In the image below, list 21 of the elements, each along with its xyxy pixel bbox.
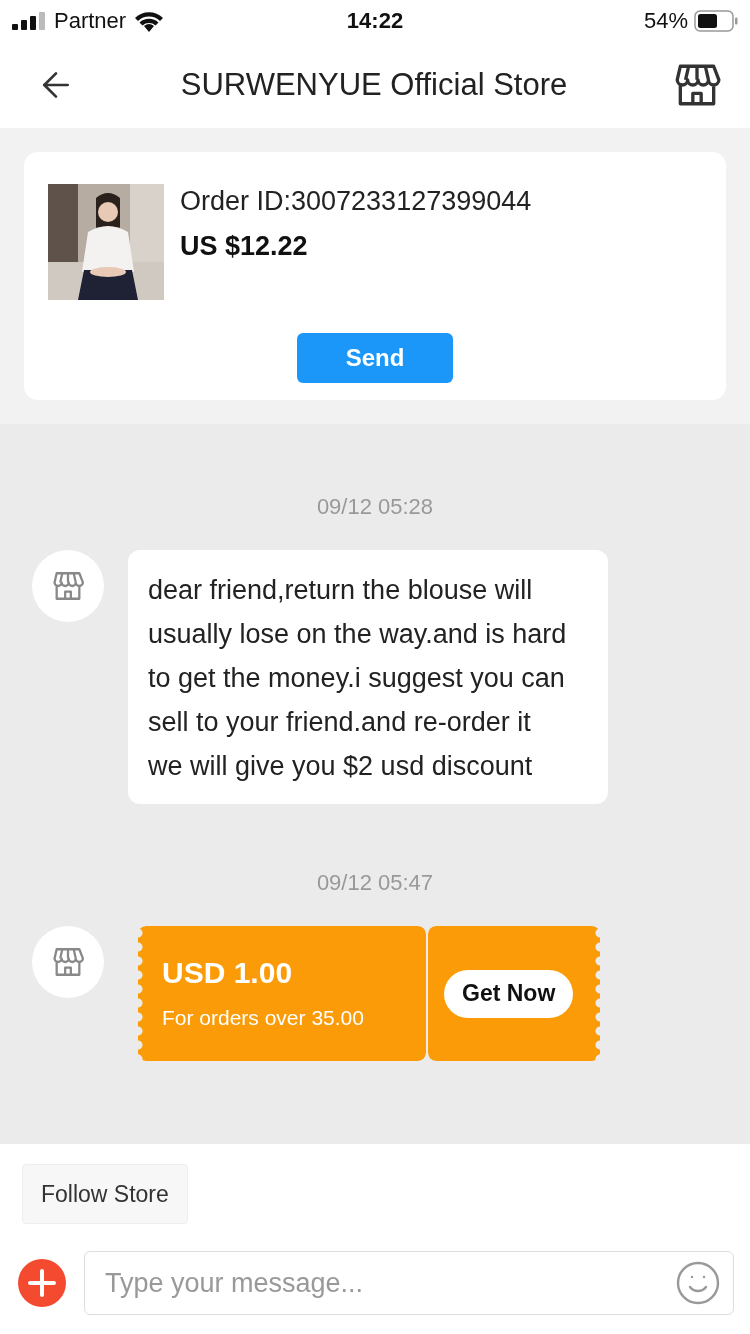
coupon-amount: USD 1.00 bbox=[162, 956, 294, 990]
order-id: Order ID:3007233127399044 bbox=[180, 186, 532, 217]
timestamp: 09/12 05:47 bbox=[316, 870, 434, 896]
store-icon bbox=[51, 945, 85, 979]
get-now-button[interactable]: Get Now bbox=[444, 969, 574, 1018]
follow-store-button[interactable]: Follow Store bbox=[22, 1164, 188, 1224]
battery-percent: 54% bbox=[643, 8, 688, 34]
store-title: SURWENYUE Official Store bbox=[179, 67, 569, 103]
signal-icon bbox=[12, 12, 46, 30]
order-price: US $12.22 bbox=[180, 231, 309, 262]
message-field[interactable]: Type your message... bbox=[84, 1251, 734, 1315]
message-bubble: dear friend,return the blouse will usually lose on the way.and is hard to get the money.i suggest you can sell to your friend.and re-order it we will give you $2 usd discount bbox=[128, 550, 608, 804]
wifi-icon bbox=[134, 10, 165, 32]
clock-time: 14:22 bbox=[346, 8, 404, 34]
add-icon[interactable] bbox=[18, 1259, 66, 1307]
coupon-condition: For orders over 35.00 bbox=[162, 1006, 365, 1030]
carrier-name: Partner bbox=[54, 8, 127, 34]
timestamp: 09/12 05:28 bbox=[316, 494, 434, 520]
emoji-icon[interactable] bbox=[674, 1259, 722, 1307]
store-icon bbox=[51, 569, 85, 603]
battery-icon bbox=[694, 10, 738, 32]
